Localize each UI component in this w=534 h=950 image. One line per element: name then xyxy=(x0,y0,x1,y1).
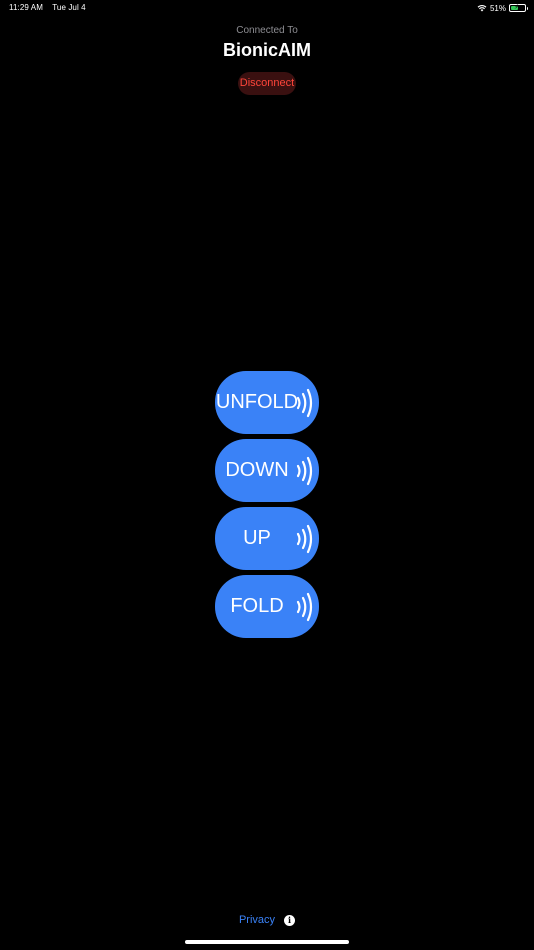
control-buttons: UNFOLD DOWN UP FOLD xyxy=(215,371,319,643)
nfc-signal-icon xyxy=(296,524,313,554)
privacy-footer: Privacy i xyxy=(0,914,534,926)
disconnect-button[interactable]: Disconnect xyxy=(238,72,296,95)
privacy-link[interactable]: Privacy xyxy=(239,914,275,926)
unfold-button[interactable]: UNFOLD xyxy=(215,371,319,434)
down-label: DOWN xyxy=(225,459,289,481)
up-button[interactable]: UP xyxy=(215,507,319,570)
device-name: BionicAIM xyxy=(223,40,311,60)
battery-icon: ⚡ xyxy=(509,4,528,12)
fold-button[interactable]: FOLD xyxy=(215,575,319,638)
nfc-signal-icon xyxy=(296,388,313,418)
connected-label: Connected To xyxy=(236,25,298,36)
nfc-signal-icon xyxy=(296,456,313,486)
status-bar: 11:29 AM Tue Jul 4 51% ⚡ xyxy=(0,0,534,18)
home-indicator[interactable] xyxy=(185,940,349,944)
info-icon[interactable]: i xyxy=(284,914,296,926)
status-date: Tue Jul 4 xyxy=(52,3,86,12)
fold-label: FOLD xyxy=(230,595,284,617)
battery-tip xyxy=(526,7,528,10)
charging-bolt-icon: ⚡ xyxy=(514,4,519,11)
unfold-label: UNFOLD xyxy=(215,391,299,413)
status-left: 11:29 AM Tue Jul 4 xyxy=(9,3,93,12)
nfc-signal-icon xyxy=(296,592,313,622)
down-button[interactable]: DOWN xyxy=(215,439,319,502)
status-time: 11:29 AM xyxy=(9,3,44,12)
up-label: UP xyxy=(243,527,271,549)
status-right: 51% ⚡ xyxy=(477,2,528,14)
header: Connected To BionicAIM xyxy=(0,25,534,61)
battery-percent: 51% xyxy=(489,3,506,13)
wifi-icon xyxy=(477,4,487,12)
